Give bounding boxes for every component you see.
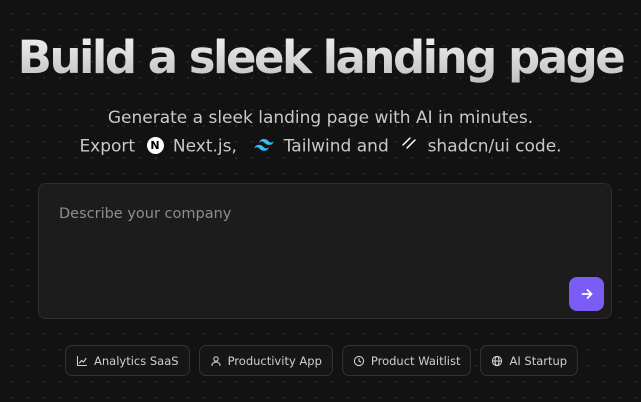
arrow-right-icon (580, 287, 594, 301)
tailwind-label: Tailwind (283, 136, 352, 157)
export-label: Export (79, 136, 136, 157)
chip-label: Product Waitlist (370, 353, 461, 368)
and-label: and (356, 136, 389, 157)
shadcn-label: shadcn/ui code. (427, 136, 562, 157)
globe-icon (491, 355, 503, 367)
chip-productivity-app[interactable]: Productivity App (198, 345, 333, 376)
prompt-box[interactable] (38, 183, 612, 319)
clock-icon (353, 355, 365, 367)
hero-subtitle: Generate a sleek landing page with AI in… (107, 108, 534, 128)
user-icon (210, 355, 222, 367)
submit-button[interactable] (569, 277, 604, 311)
chip-label: AI Startup (509, 353, 568, 368)
suggestion-chips: Analytics SaaS Productivity App Product … (65, 345, 579, 376)
tailwind-logo-icon (254, 134, 275, 158)
company-description-input[interactable] (59, 202, 559, 226)
chart-line-icon (76, 355, 88, 367)
chip-analytics-saas[interactable]: Analytics SaaS (65, 345, 190, 376)
chip-label: Productivity App (227, 353, 322, 368)
chip-ai-startup[interactable]: AI Startup (480, 345, 579, 376)
shadcn-logo-icon (400, 133, 418, 158)
nextjs-label: Next.js, (172, 136, 237, 157)
hero-title: Build a sleek landing page (0, 30, 641, 86)
chip-product-waitlist[interactable]: Product Waitlist (341, 345, 472, 376)
export-line: Export N Next.js, Tailwind and shadcn/ui… (0, 134, 641, 159)
nextjs-logo-icon: N (146, 137, 164, 154)
chip-label: Analytics SaaS (94, 353, 179, 368)
